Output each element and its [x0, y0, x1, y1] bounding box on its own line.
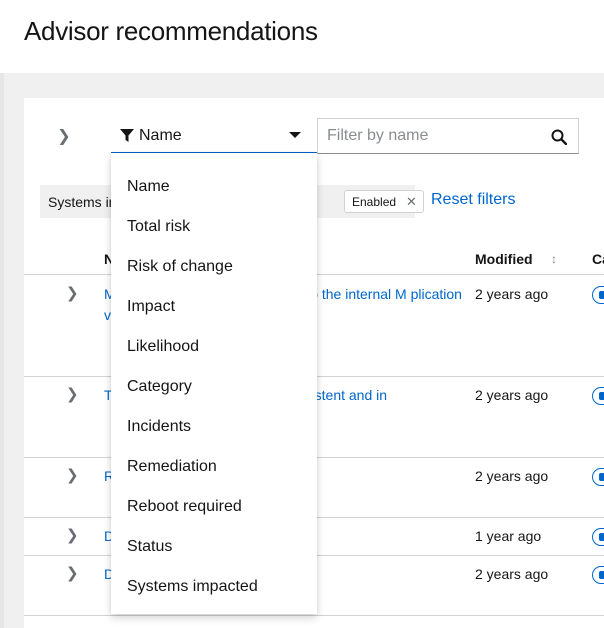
- filter-select-label: Name: [139, 127, 182, 144]
- column-header-modified[interactable]: Modified: [475, 251, 533, 267]
- chevron-right-icon: ❯: [57, 128, 71, 145]
- left-edge: [0, 73, 4, 628]
- chevron-right-icon[interactable]: ❯: [66, 385, 79, 403]
- menu-item-risk-of-change[interactable]: Risk of change: [111, 247, 317, 287]
- caret-down-icon: [289, 132, 301, 138]
- menu-item-name[interactable]: Name: [111, 167, 317, 207]
- row-modified: 2 years ago: [475, 387, 549, 403]
- chevron-right-icon[interactable]: ❯: [66, 284, 79, 302]
- filter-attribute-select[interactable]: Name: [111, 120, 317, 154]
- category-icon: [592, 387, 604, 405]
- page-header: Advisor recommendations: [0, 0, 604, 73]
- chevron-right-icon[interactable]: ❯: [66, 466, 79, 484]
- row-modified: 1 year ago: [475, 528, 542, 544]
- row-modified: 2 years ago: [475, 468, 549, 484]
- expand-all-toggle[interactable]: ❯: [54, 126, 74, 146]
- menu-item-impact[interactable]: Impact: [111, 287, 317, 327]
- sort-icon[interactable]: ↕: [551, 252, 557, 266]
- menu-item-systems-impacted[interactable]: Systems impacted: [111, 567, 317, 607]
- category-icon: [592, 286, 604, 304]
- chip-group-category: Systems im: [48, 193, 121, 210]
- menu-item-reboot-required[interactable]: Reboot required: [111, 487, 317, 527]
- category-icon: [592, 528, 604, 546]
- filter-icon: [120, 129, 134, 143]
- filter-chip-enabled: Enabled ✕: [344, 190, 424, 213]
- chevron-right-icon[interactable]: ❯: [66, 564, 79, 582]
- reset-filters-link[interactable]: Reset filters: [431, 191, 515, 209]
- category-icon: [592, 468, 604, 486]
- category-icon: [592, 566, 604, 584]
- chevron-right-icon[interactable]: ❯: [66, 526, 79, 544]
- chip-label: Enabled: [352, 194, 397, 209]
- close-icon[interactable]: ✕: [406, 194, 417, 210]
- filter-attribute-menu: Name Total risk Risk of change Impact Li…: [111, 153, 317, 614]
- row-modified: 2 years ago: [475, 286, 549, 302]
- menu-item-status[interactable]: Status: [111, 527, 317, 567]
- menu-item-incidents[interactable]: Incidents: [111, 407, 317, 447]
- menu-item-remediation[interactable]: Remediation: [111, 447, 317, 487]
- search-icon[interactable]: [551, 129, 568, 146]
- menu-item-total-risk[interactable]: Total risk: [111, 207, 317, 247]
- page-title: Advisor recommendations: [24, 16, 318, 46]
- column-header-category[interactable]: Ca: [592, 251, 604, 267]
- menu-item-category[interactable]: Category: [111, 367, 317, 407]
- menu-item-likelihood[interactable]: Likelihood: [111, 327, 317, 367]
- search-box: [317, 118, 579, 154]
- search-input[interactable]: [318, 119, 538, 153]
- row-modified: 2 years ago: [475, 566, 549, 582]
